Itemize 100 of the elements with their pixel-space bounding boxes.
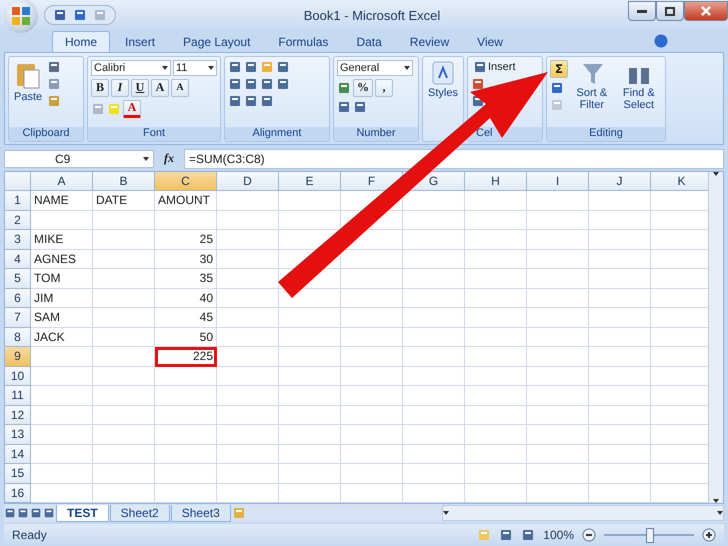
table-cell <box>527 366 589 386</box>
formula-field[interactable]: =SUM(C3:C8) <box>184 148 724 169</box>
row-header[interactable]: 14 <box>5 444 31 464</box>
autosum-button[interactable]: Σ <box>550 60 568 78</box>
table-cell <box>403 484 465 504</box>
table-cell: 25 <box>155 230 217 250</box>
row-header[interactable]: 8 <box>5 328 31 348</box>
insert-function-button[interactable]: fx <box>158 151 180 166</box>
table-cell <box>279 464 341 484</box>
row-header[interactable]: 12 <box>5 406 31 426</box>
name-box[interactable]: C9 <box>4 150 154 168</box>
table-cell <box>31 347 93 367</box>
table-cell <box>527 484 589 504</box>
table-cell <box>527 269 589 289</box>
table-cell <box>589 386 651 406</box>
zoom-in-icon[interactable] <box>702 528 716 542</box>
font-size-field[interactable]: 11 <box>173 60 217 76</box>
table-cell <box>93 406 155 426</box>
minimize-button[interactable] <box>628 1 656 21</box>
percent-button[interactable]: % <box>353 78 373 97</box>
row-header[interactable]: 16 <box>5 484 31 504</box>
table-cell <box>341 444 403 464</box>
table-cell <box>31 406 93 426</box>
column-header[interactable]: E <box>279 172 341 192</box>
ribbon-tab[interactable]: Home <box>52 30 110 52</box>
help-icon[interactable] <box>654 34 668 48</box>
ribbon-tab[interactable]: Formulas <box>265 30 342 52</box>
table-cell <box>31 386 93 406</box>
table-cell <box>589 269 651 289</box>
caret-icon <box>717 511 723 516</box>
ribbon-tab[interactable]: Review <box>396 30 462 52</box>
row-header[interactable]: 9 <box>5 347 31 367</box>
vertical-scrollbar[interactable] <box>708 172 723 504</box>
row-header[interactable]: 3 <box>5 230 31 250</box>
ribbon-tab[interactable]: Insert <box>112 30 168 52</box>
column-header[interactable]: I <box>527 172 589 192</box>
column-header[interactable]: H <box>465 172 527 192</box>
sheet-tab[interactable]: TEST <box>56 504 109 522</box>
table-cell <box>527 328 589 348</box>
table-cell <box>279 386 341 406</box>
table-cell: NAME <box>31 191 93 211</box>
select-all-corner[interactable] <box>5 172 31 192</box>
table-cell <box>527 464 589 484</box>
sheet-tab[interactable]: Sheet3 <box>170 504 231 522</box>
insert-cells-button[interactable]: Insert <box>471 60 518 74</box>
row-header[interactable]: 10 <box>5 366 31 386</box>
column-header[interactable]: C <box>155 172 217 192</box>
table-cell <box>341 386 403 406</box>
table-cell <box>589 308 651 328</box>
column-header[interactable]: J <box>589 172 651 192</box>
find-select-button[interactable]: Find & Select <box>616 60 662 124</box>
row-header[interactable]: 2 <box>5 210 31 230</box>
column-header[interactable]: B <box>93 172 155 192</box>
number-format-field[interactable]: General <box>337 60 413 76</box>
italic-button[interactable]: I <box>111 78 129 97</box>
group-label: Clipboard <box>9 126 83 141</box>
table-cell <box>155 386 217 406</box>
font-color-button[interactable]: A <box>123 100 141 118</box>
group-label: Number <box>334 126 418 141</box>
paste-button[interactable]: Paste <box>12 60 44 124</box>
sheet-tab[interactable]: Sheet2 <box>110 504 170 522</box>
zoom-thumb[interactable] <box>646 528 654 543</box>
row-header[interactable]: 7 <box>5 308 31 328</box>
ribbon-tab[interactable]: View <box>464 30 516 52</box>
row-header[interactable]: 13 <box>5 425 31 445</box>
row-header[interactable]: 1 <box>5 191 31 211</box>
row-header[interactable]: 11 <box>5 386 31 406</box>
table-cell <box>465 210 527 230</box>
ribbon-tab[interactable]: Data <box>343 30 395 52</box>
grow-font-button[interactable]: A <box>151 78 169 97</box>
table-cell <box>403 288 465 308</box>
row-header[interactable]: 4 <box>5 250 31 270</box>
horizontal-scrollbar[interactable] <box>442 505 724 522</box>
table-cell <box>589 464 651 484</box>
table-cell <box>31 444 93 464</box>
comma-button[interactable]: , <box>375 78 393 97</box>
row-header[interactable]: 5 <box>5 269 31 289</box>
table-cell: SAM <box>31 308 93 328</box>
maximize-button[interactable] <box>656 1 684 21</box>
table-cell <box>217 425 279 445</box>
table-cell <box>341 406 403 426</box>
table-cell <box>93 328 155 348</box>
table-cell <box>217 347 279 367</box>
zoom-out-icon[interactable] <box>582 528 596 542</box>
sort-filter-button[interactable]: Sort & Filter <box>571 60 613 124</box>
row-header[interactable]: 6 <box>5 288 31 308</box>
row-header[interactable]: 15 <box>5 464 31 484</box>
column-header[interactable]: A <box>31 172 93 192</box>
bold-button[interactable]: B <box>91 78 109 97</box>
table-cell <box>93 288 155 308</box>
table-cell <box>279 425 341 445</box>
column-header[interactable]: D <box>217 172 279 192</box>
font-name-field[interactable]: Calibri <box>91 60 171 76</box>
table-cell <box>279 347 341 367</box>
shrink-font-button[interactable]: A <box>171 78 189 97</box>
close-button[interactable] <box>684 1 728 21</box>
ribbon-tab[interactable]: Page Layout <box>170 30 264 52</box>
office-button[interactable] <box>4 0 38 33</box>
underline-button[interactable]: U <box>131 78 149 97</box>
column-header[interactable]: K <box>651 172 708 192</box>
